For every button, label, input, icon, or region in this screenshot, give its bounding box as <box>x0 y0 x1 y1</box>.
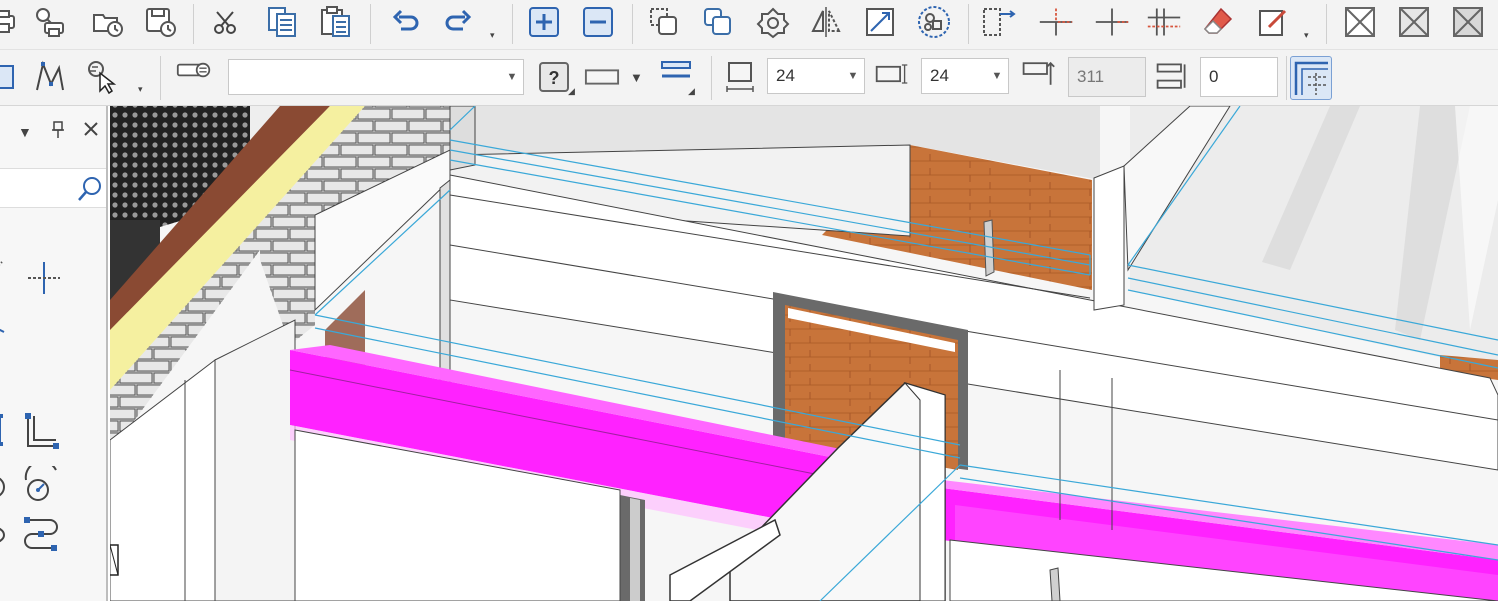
plus-icon[interactable] <box>526 4 562 40</box>
edit-dropdown-icon[interactable]: ▾ <box>1304 30 1309 41</box>
text-width-combo[interactable]: 24 ▼ <box>921 58 1009 94</box>
arc-fragment-icon[interactable] <box>0 314 10 339</box>
crosshair-icon[interactable] <box>26 260 62 301</box>
copy-object-icon[interactable] <box>646 4 682 40</box>
layer-swap-icon[interactable] <box>176 52 212 88</box>
chevron-down-icon[interactable]: ▼ <box>842 70 864 82</box>
text-width-icon <box>874 56 910 92</box>
minus-icon[interactable] <box>580 4 616 40</box>
properties-toolbar: ▾ ▼ ? ◢ ▼ ◢ 24 ▼ 24 ▼ 311 0 <box>0 50 1498 106</box>
panel-header: ▼ <box>0 106 106 160</box>
duplicate-icon[interactable] <box>700 4 736 40</box>
copy-icon[interactable] <box>264 4 300 40</box>
elevation-icon <box>1020 56 1056 92</box>
elevation-field[interactable]: 311 <box>1068 57 1146 97</box>
angle-icon[interactable] <box>22 412 62 457</box>
snap-grid-icon[interactable] <box>1290 56 1332 100</box>
layer-combo[interactable]: ▼ <box>228 59 524 95</box>
svg-text:?: ? <box>549 68 560 88</box>
select-swap-icon[interactable] <box>84 59 120 95</box>
spline-icon[interactable] <box>20 514 62 561</box>
arc-icon[interactable] <box>22 460 62 511</box>
line-style-dropdown-icon[interactable]: ▼ <box>630 70 643 85</box>
ellipse-fragment-icon[interactable] <box>0 520 8 555</box>
tools-panel: ▼ <box>0 106 108 601</box>
polyline-tool-icon[interactable] <box>32 59 68 95</box>
help-dropdown-icon[interactable]: ◢ <box>568 86 575 97</box>
line-style-icon[interactable] <box>584 59 620 95</box>
pen-thickness-icon[interactable] <box>658 52 694 88</box>
3d-viewport[interactable] <box>110 106 1498 601</box>
close-icon[interactable] <box>82 120 100 143</box>
group-icon[interactable] <box>916 4 952 40</box>
text-height-combo[interactable]: 24 ▼ <box>767 58 865 94</box>
offset-icon[interactable] <box>1146 4 1182 40</box>
eraser-icon[interactable] <box>1200 4 1236 40</box>
print-icon[interactable] <box>0 4 22 40</box>
pen-dropdown-icon[interactable]: ◢ <box>688 86 695 97</box>
chevron-down-icon[interactable]: ▼ <box>986 70 1008 82</box>
dropdown-icon[interactable]: ▼ <box>18 124 32 140</box>
help-icon[interactable]: ? <box>536 59 572 95</box>
text-height-icon <box>722 59 758 95</box>
save-recent-icon[interactable] <box>143 4 179 40</box>
search-icon[interactable] <box>76 175 104 208</box>
view-cross-1-icon[interactable] <box>1342 4 1378 40</box>
panel-search-input[interactable] <box>0 168 106 208</box>
rectangle-tool-icon[interactable] <box>0 59 20 95</box>
print-preview-icon[interactable] <box>32 4 68 40</box>
chevron-down-icon[interactable]: ▼ <box>501 71 523 83</box>
mirror-icon[interactable] <box>808 4 844 40</box>
trim-icon[interactable] <box>1038 4 1074 40</box>
circle-fragment-icon[interactable] <box>0 472 8 507</box>
pin-icon[interactable] <box>50 120 66 145</box>
redo-dropdown-icon[interactable]: ▾ <box>490 30 495 41</box>
cad-application: ▾ ▾ ▾ ▼ ? ◢ ▼ ◢ 24 ▼ 24 ▼ 311 0 ▼ <box>0 0 1498 601</box>
rotate-icon[interactable] <box>755 4 791 40</box>
extend-icon[interactable] <box>1094 4 1130 40</box>
redo-icon[interactable] <box>440 4 476 40</box>
cut-icon[interactable] <box>208 4 244 40</box>
line-tool-icon[interactable] <box>0 256 10 281</box>
view-cross-2-icon[interactable] <box>1396 4 1432 40</box>
text-height-value: 24 <box>776 66 795 85</box>
select-dropdown-icon[interactable]: ▾ <box>138 84 143 95</box>
main-toolbar: ▾ ▾ <box>0 0 1498 50</box>
dimension-icon[interactable] <box>0 412 10 453</box>
open-recent-icon[interactable] <box>90 4 126 40</box>
paste-icon[interactable] <box>318 4 354 40</box>
align-icon[interactable] <box>980 4 1016 40</box>
text-width-value: 24 <box>930 66 949 85</box>
edit-icon[interactable] <box>1256 4 1292 40</box>
scale-icon[interactable] <box>862 4 898 40</box>
offset-field[interactable]: 0 <box>1200 57 1278 97</box>
view-cross-3-icon[interactable] <box>1450 4 1486 40</box>
offset-height-icon <box>1154 59 1190 95</box>
undo-icon[interactable] <box>388 4 424 40</box>
